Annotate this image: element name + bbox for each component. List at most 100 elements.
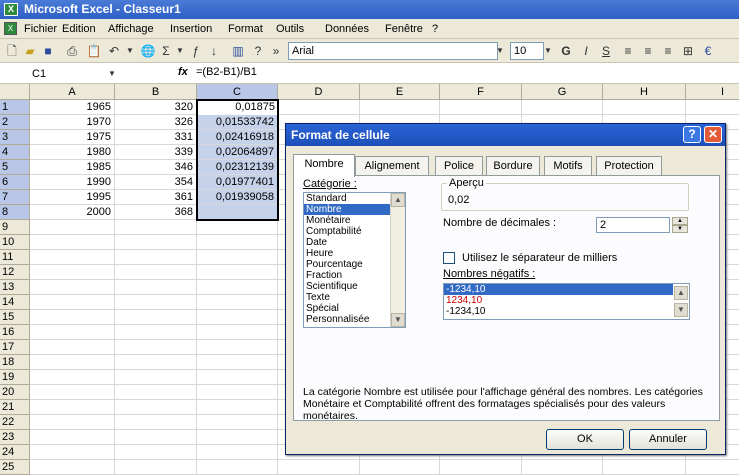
cell[interactable] [115, 280, 197, 295]
align-left-icon[interactable]: ≡ [620, 43, 636, 59]
workbook-icon[interactable]: X [4, 22, 17, 35]
cell[interactable] [30, 310, 115, 325]
row-header[interactable]: 17 [0, 340, 30, 355]
paste-icon[interactable]: 📋 [86, 43, 102, 59]
cell[interactable] [30, 280, 115, 295]
row-header[interactable]: 12 [0, 265, 30, 280]
cell[interactable]: 0,02064897 [197, 145, 278, 160]
menu-affichage[interactable]: Affichage [108, 23, 154, 35]
cell[interactable] [115, 355, 197, 370]
menu-donnees[interactable]: Données [325, 23, 369, 35]
row-header[interactable]: 23 [0, 430, 30, 445]
tab-police[interactable]: Police [435, 156, 483, 176]
cell[interactable] [686, 100, 739, 115]
align-right-icon[interactable]: ≡ [660, 43, 676, 59]
thousands-separator-checkbox[interactable] [443, 252, 455, 264]
row-header[interactable]: 19 [0, 370, 30, 385]
font-size-select[interactable]: 10 [510, 42, 544, 60]
negative-format-item[interactable]: -1234,10 [444, 284, 673, 295]
cell[interactable] [115, 295, 197, 310]
cell[interactable] [115, 445, 197, 460]
cell[interactable] [30, 355, 115, 370]
tab-protection[interactable]: Protection [596, 156, 662, 176]
cell[interactable] [30, 265, 115, 280]
cell[interactable] [197, 310, 278, 325]
hyperlink-icon[interactable]: 🌐 [140, 43, 156, 59]
cell[interactable] [115, 235, 197, 250]
cell[interactable] [115, 265, 197, 280]
scroll-up-icon[interactable]: ▲ [391, 193, 405, 207]
fx-icon[interactable]: fx [178, 66, 188, 78]
cell[interactable] [197, 250, 278, 265]
more-buttons-icon[interactable]: » [268, 43, 284, 59]
scroll-down-icon[interactable]: ▼ [391, 313, 405, 327]
print-icon[interactable]: ⎙ [64, 43, 80, 59]
cell[interactable] [30, 415, 115, 430]
cell[interactable]: 0,02416918 [197, 130, 278, 145]
cell[interactable]: 1975 [30, 130, 115, 145]
chart-wizard-icon[interactable]: ▥ [230, 43, 246, 59]
cell[interactable] [30, 400, 115, 415]
cell[interactable] [30, 250, 115, 265]
cell[interactable]: 326 [115, 115, 197, 130]
cell[interactable]: 368 [115, 205, 197, 220]
save-icon[interactable]: ■ [40, 43, 56, 59]
ok-button[interactable]: OK [546, 429, 624, 450]
tab-motifs[interactable]: Motifs [544, 156, 592, 176]
row-header[interactable]: 7 [0, 190, 30, 205]
cell[interactable]: 0,02312139 [197, 160, 278, 175]
cell[interactable] [603, 100, 686, 115]
row-header[interactable]: 22 [0, 415, 30, 430]
cell[interactable] [197, 355, 278, 370]
cell[interactable] [522, 100, 603, 115]
cell[interactable] [115, 385, 197, 400]
menu-fenetre[interactable]: Fenêtre [385, 23, 423, 35]
cell[interactable] [197, 295, 278, 310]
category-listbox[interactable]: Standard Nombre Monétaire Comptabilité Date H… [303, 192, 406, 328]
cell[interactable]: 2000 [30, 205, 115, 220]
underline-button[interactable]: S [598, 43, 614, 59]
cell[interactable] [278, 100, 360, 115]
column-header[interactable]: D [278, 84, 360, 100]
align-center-icon[interactable]: ≡ [640, 43, 656, 59]
menu-insertion[interactable]: Insertion [170, 23, 212, 35]
cell[interactable] [115, 250, 197, 265]
row-header[interactable]: 16 [0, 325, 30, 340]
cell[interactable] [30, 220, 115, 235]
cell[interactable] [197, 445, 278, 460]
column-header[interactable]: F [440, 84, 522, 100]
autosum-dropdown-icon[interactable]: ▼ [172, 43, 188, 59]
row-header[interactable]: 9 [0, 220, 30, 235]
row-header[interactable]: 5 [0, 160, 30, 175]
cell[interactable]: 1995 [30, 190, 115, 205]
name-box-dropdown-icon[interactable]: ▼ [104, 66, 120, 82]
cell[interactable] [197, 235, 278, 250]
tab-nombre[interactable]: Nombre [293, 154, 355, 177]
row-header[interactable]: 4 [0, 145, 30, 160]
cell[interactable] [197, 325, 278, 340]
row-header[interactable]: 24 [0, 445, 30, 460]
function-wizard-icon[interactable]: ƒ [188, 43, 204, 59]
cell[interactable] [115, 415, 197, 430]
row-header[interactable]: 1 [0, 100, 30, 115]
cell[interactable] [197, 385, 278, 400]
cell[interactable]: 1970 [30, 115, 115, 130]
negative-scrollbar[interactable]: ▲ ▼ [674, 284, 689, 319]
tab-bordure[interactable]: Bordure [486, 156, 540, 176]
column-header[interactable]: B [115, 84, 197, 100]
open-folder-icon[interactable]: ▰ [22, 43, 38, 59]
italic-button[interactable]: I [578, 43, 594, 59]
row-header[interactable]: 21 [0, 400, 30, 415]
menu-fichier[interactable]: Fichier [24, 23, 57, 35]
row-header[interactable]: 2 [0, 115, 30, 130]
cell[interactable] [115, 310, 197, 325]
column-header[interactable]: A [30, 84, 115, 100]
row-header[interactable]: 13 [0, 280, 30, 295]
menu-outils[interactable]: Outils [276, 23, 304, 35]
row-header[interactable]: 14 [0, 295, 30, 310]
cell[interactable]: 0,01533742 [197, 115, 278, 130]
cell[interactable] [197, 400, 278, 415]
cell[interactable]: 1980 [30, 145, 115, 160]
font-size-dropdown-icon[interactable]: ▼ [540, 43, 556, 59]
close-button[interactable]: ✕ [704, 126, 722, 143]
